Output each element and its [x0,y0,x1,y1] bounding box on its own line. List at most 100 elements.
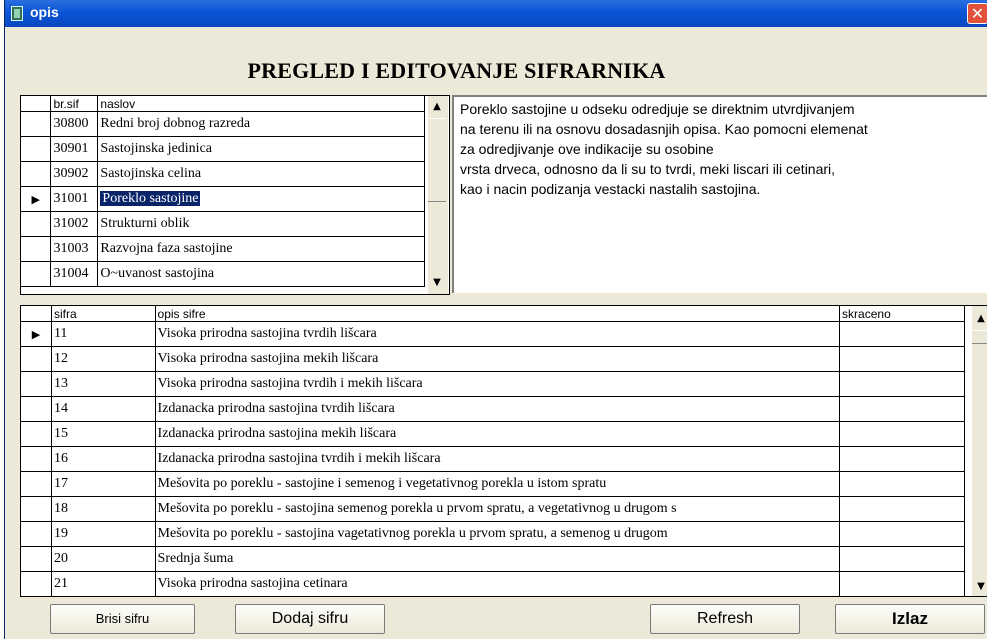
column-header-skraceno[interactable]: skraceno [839,306,965,322]
cell-description[interactable]: Mešovita po poreklu - sastojine i semeno… [155,471,841,497]
row-indicator[interactable] [21,371,52,397]
table-row[interactable]: 30901 Sastojinska jedinica [21,136,425,162]
cell-short[interactable] [839,471,965,497]
cell-description[interactable]: Visoka prirodna sastojina tvrdih i mekih… [155,371,841,397]
code-details-grid[interactable]: sifra opis sifre skraceno ▶ 11 Visoka prir… [20,305,987,597]
cell-description[interactable]: Visoka prirodna sastojina mekih lišcara [155,346,841,372]
row-indicator-icon[interactable]: ▶ [21,321,52,347]
bottom-grid-scrollbar[interactable]: ▲ ▼ [971,306,987,596]
selected-title[interactable]: Poreklo sastojine [100,191,201,206]
delete-code-button[interactable]: Brisi sifru [50,604,195,634]
cell-short[interactable] [839,421,965,447]
scroll-thumb[interactable] [428,118,446,202]
row-indicator[interactable] [21,421,52,447]
cell-code[interactable]: 12 [51,346,156,372]
cell-short[interactable] [839,346,965,372]
scroll-down-icon[interactable]: ▼ [972,578,987,596]
cell-code[interactable]: 18 [51,496,156,522]
table-row[interactable]: 15 Izdanacka prirodna sastojina mekih liš… [21,421,965,447]
cell-short[interactable] [839,496,965,522]
exit-button[interactable]: Izlaz [835,604,985,634]
cell-code[interactable]: 15 [51,421,156,447]
top-grid-scrollbar[interactable]: ▲ ▼ [427,96,448,294]
cell-title[interactable]: Sastojinska celina [97,161,425,187]
cell-description[interactable]: Visoka prirodna sastojina tvrdih lišcara [155,321,841,347]
table-row[interactable]: 18 Mešovita po poreklu - sastojina semeno… [21,496,965,522]
table-row[interactable]: ▶ 31001 Poreklo sastojine [21,186,425,212]
table-row[interactable]: 12 Visoka prirodna sastojina mekih lišcar… [21,346,965,372]
row-indicator[interactable] [21,161,52,187]
table-row[interactable]: 19 Mešovita po poreklu - sastojina vageta… [21,521,965,547]
cell-code[interactable]: 19 [51,521,156,547]
table-row[interactable]: 17 Mešovita po poreklu - sastojine i seme… [21,471,965,497]
cell-description[interactable]: Mešovita po poreklu - sastojina semenog … [155,496,841,522]
cell-title[interactable]: Razvojna faza sastojine [97,236,425,262]
cell-short[interactable] [839,571,965,596]
cell-code[interactable]: 30800 [50,111,99,137]
row-indicator-icon[interactable]: ▶ [21,186,52,212]
close-button[interactable]: ✕ [967,3,987,24]
table-row[interactable]: 21 Visoka prirodna sastojina cetinara [21,571,965,596]
cell-description[interactable]: Mešovita po poreklu - sastojina vagetati… [155,521,841,547]
cell-code[interactable]: 11 [51,321,156,347]
cell-short[interactable] [839,371,965,397]
cell-code[interactable]: 31003 [50,236,99,262]
column-header-naslov[interactable]: naslov [97,96,425,112]
row-indicator[interactable] [21,211,52,237]
refresh-button[interactable]: Refresh [650,604,800,634]
cell-short[interactable] [839,321,965,347]
cell-description[interactable]: Izdanacka prirodna sastojina mekih lišca… [155,421,841,447]
table-row[interactable]: 30800 Redni broj dobnog razreda [21,111,425,137]
table-row[interactable]: ▶ 11 Visoka prirodna sastojina tvrdih lišc… [21,321,965,347]
row-indicator[interactable] [21,571,52,596]
row-indicator[interactable] [21,446,52,472]
row-indicator[interactable] [21,546,52,572]
row-indicator[interactable] [21,521,52,547]
cell-title[interactable]: Sastojinska jedinica [97,136,425,162]
column-header-br-sif[interactable]: br.sif [50,96,99,112]
add-code-button[interactable]: Dodaj sifru [235,604,385,634]
cell-short[interactable] [839,546,965,572]
title-bar[interactable]: opis ✕ [5,0,987,27]
description-text[interactable]: Poreklo sastojine u odseku odredjuje se … [452,95,987,293]
table-row[interactable]: 20 Srednja šuma [21,546,965,572]
row-indicator[interactable] [21,346,52,372]
scroll-up-icon[interactable]: ▲ [972,310,987,328]
cell-code[interactable]: 21 [51,571,156,596]
cell-description[interactable]: Izdanacka prirodna sastojina tvrdih i me… [155,446,841,472]
cell-title[interactable]: Redni broj dobnog razreda [97,111,425,137]
row-indicator[interactable] [21,136,52,162]
row-indicator[interactable] [21,111,52,137]
cell-description[interactable]: Srednja šuma [155,546,841,572]
cell-short[interactable] [839,446,965,472]
cell-code[interactable]: 31002 [50,211,99,237]
table-row[interactable]: 30902 Sastojinska celina [21,161,425,187]
scroll-down-icon[interactable]: ▼ [428,274,446,292]
column-header-sifra[interactable]: sifra [51,306,156,322]
cell-code[interactable]: 31001 [50,186,99,212]
row-indicator[interactable] [21,236,52,262]
table-row[interactable]: 31004 O~uvanost sastojina [21,261,425,287]
cell-code[interactable]: 16 [51,446,156,472]
table-row[interactable]: 31003 Razvojna faza sastojine [21,236,425,262]
row-indicator[interactable] [21,496,52,522]
table-row[interactable]: 16 Izdanacka prirodna sastojina tvrdih i … [21,446,965,472]
cell-code[interactable]: 13 [51,371,156,397]
table-row[interactable]: 14 Izdanacka prirodna sastojina tvrdih li… [21,396,965,422]
scroll-up-icon[interactable]: ▲ [428,98,446,116]
column-header-opis-sifre[interactable]: opis sifre [155,306,841,322]
scroll-thumb[interactable] [972,330,987,344]
row-indicator[interactable] [21,261,52,287]
table-row[interactable]: 31002 Strukturni oblik [21,211,425,237]
table-row[interactable]: 13 Visoka prirodna sastojina tvrdih i mek… [21,371,965,397]
cell-short[interactable] [839,521,965,547]
cell-short[interactable] [839,396,965,422]
row-indicator[interactable] [21,471,52,497]
row-indicator[interactable] [21,396,52,422]
cell-description[interactable]: Visoka prirodna sastojina cetinara [155,571,841,596]
code-list-grid[interactable]: br.sif naslov 30800 Redni broj dobnog raz… [20,95,450,295]
cell-title[interactable]: Poreklo sastojine [97,186,425,212]
cell-code[interactable]: 30902 [50,161,99,187]
cell-title[interactable]: O~uvanost sastojina [97,261,425,287]
cell-code[interactable]: 31004 [50,261,99,287]
